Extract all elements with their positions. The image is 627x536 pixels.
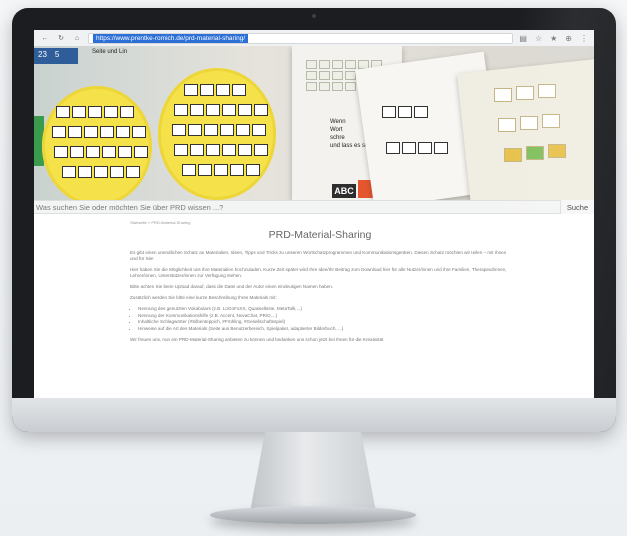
yellow-plate-left <box>42 86 152 200</box>
reader-icon[interactable]: ▤ <box>519 34 527 43</box>
url-text: https://www.prentke-romich.de/prd-materi… <box>93 33 249 43</box>
closing-paragraph: Wir freuen uns, nun ein PRD-Material-Sha… <box>130 336 384 342</box>
tile-number: 23 <box>38 50 47 59</box>
address-bar[interactable]: https://www.prentke-romich.de/prd-materi… <box>88 32 514 44</box>
number-tiles: 23 5 <box>34 48 78 64</box>
browser-toolbar: ← ↻ ⌂ https://www.prentke-romich.de/prd-… <box>34 30 594 46</box>
abc-label: ABC <box>332 184 356 198</box>
grid-tile <box>498 118 516 132</box>
monitor-stand <box>250 432 376 512</box>
grid-tile <box>516 86 534 100</box>
monitor: ← ↻ ⌂ https://www.prentke-romich.de/prd-… <box>12 8 616 432</box>
symbol-card-row <box>172 124 266 136</box>
reload-button[interactable]: ↻ <box>56 34 66 42</box>
search-button[interactable]: Suche <box>560 200 594 214</box>
grid-tile <box>538 84 556 98</box>
grid-tile <box>504 148 522 162</box>
monitor-foot <box>210 506 416 524</box>
list-item: Nennung der Kommunikationshilfe (z.B. Ac… <box>138 313 510 319</box>
symbol-card-row <box>56 106 134 118</box>
list-item: Hinweise auf die Art des Materials (Seit… <box>138 326 510 332</box>
list-item: Nennung des genutzten Vokabulars (z.B. L… <box>138 306 510 312</box>
favorite-icon[interactable]: ☆ <box>535 34 542 43</box>
symbol-card-row <box>52 126 146 138</box>
screen: ← ↻ ⌂ https://www.prentke-romich.de/prd-… <box>34 30 594 410</box>
menu-icon[interactable]: ⋮ <box>580 34 588 43</box>
page-content: Startseite » PRD-Material-Sharing PRD-Ma… <box>130 220 510 348</box>
home-button[interactable]: ⌂ <box>72 35 82 42</box>
naming-paragraph: Bitte achten Sie beim Upload darauf, das… <box>130 284 334 289</box>
grid-tile <box>526 146 544 160</box>
grid-tile <box>494 88 512 102</box>
hero-banner: 23 5 Seite und Lin Wenn Wort schre und l… <box>34 46 594 200</box>
symbol-card-row <box>62 166 140 178</box>
favorites-bar-icon[interactable]: ★ <box>550 34 557 43</box>
upload-paragraph: Hier haben Sie die Möglichkeit uns ihre … <box>130 267 507 278</box>
description-list: Nennung des genutzten Vokabulars (z.B. L… <box>138 306 510 332</box>
list-item: Inhaltliche Schlagwörter (#Silbenteppich… <box>138 319 510 325</box>
symbol-card-row <box>54 146 148 158</box>
symbol-card-row <box>386 142 448 154</box>
description-paragraph: Zusätzlich werden Sie bitte eine kurze B… <box>130 295 277 300</box>
symbol-card-row <box>174 104 268 116</box>
tile-number: 5 <box>54 50 60 59</box>
monitor-chin <box>12 398 616 432</box>
profile-icon[interactable]: ⊕ <box>565 34 572 43</box>
grid-tile <box>520 116 538 130</box>
symbol-card-row <box>184 84 246 96</box>
grid-tile <box>542 114 560 128</box>
back-button[interactable]: ← <box>40 35 50 42</box>
search-input[interactable] <box>34 201 560 213</box>
grid-tile <box>548 144 566 158</box>
webcam <box>312 14 316 18</box>
site-search: Suche <box>34 200 594 214</box>
breadcrumb[interactable]: Startseite » PRD-Material-Sharing <box>130 220 510 226</box>
hero-caption: Seite und Lin <box>92 49 128 55</box>
browser-actions: ▤ ☆ ★ ⊕ ⋮ <box>519 34 588 43</box>
symbol-card-row <box>382 106 428 118</box>
page-title: PRD-Material-Sharing <box>268 229 372 241</box>
symbol-card-row <box>182 164 260 176</box>
intro-paragraph: Es gibt einen unendlichen Schatz an Mate… <box>130 250 507 261</box>
symbol-card-row <box>174 144 268 156</box>
